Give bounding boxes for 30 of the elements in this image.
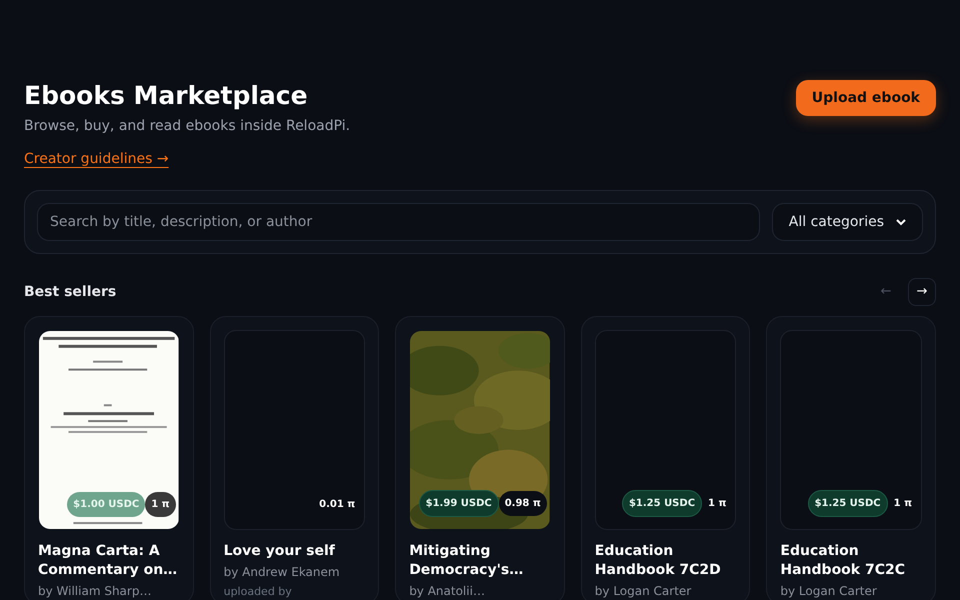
book-author: by Andrew Ekanem	[224, 564, 341, 580]
usdc-price: $1.00 USDC	[67, 492, 146, 517]
book-card[interactable]: 0.01 π Love your self by Andrew Ekanem uploaded by	[210, 316, 380, 600]
book-title: Mitigating Democracy's…	[409, 542, 524, 580]
creator-guidelines-link[interactable]: Creator guidelines →	[24, 149, 169, 170]
book-card[interactable]: $1.99 USDC 0.98 π Mitigating Democracy's… by Anatolii…	[395, 316, 565, 600]
book-author: by Anatolii…	[409, 583, 486, 599]
category-select[interactable]: All categories	[772, 203, 923, 241]
book-author: by Logan Carter	[780, 583, 878, 599]
book-title: Magna Carta: A Commentary on…	[38, 542, 178, 580]
page-subtitle: Browse, buy, and read ebooks inside ReloadPi.	[24, 117, 350, 136]
page-title: Ebooks Marketplace	[24, 80, 309, 112]
section-title: Best sellers	[24, 282, 116, 302]
book-card[interactable]: $1.00 USDC 1 π Magna Carta: A Commentary on… by William Sharp…	[24, 316, 194, 600]
book-author: by Logan Carter	[594, 583, 692, 599]
book-title: Education Handbook 7C2C	[780, 542, 906, 580]
book-author: by William Sharp…	[38, 583, 152, 599]
upload-ebook-button[interactable]: Upload ebook	[796, 80, 936, 116]
search-field[interactable]: Search by title, description, or author	[37, 203, 760, 241]
book-card[interactable]: $1.25 USDC 1 π Education Handbook 7C2C by Logan Carter	[766, 316, 936, 600]
book-card[interactable]: $1.25 USDC 1 π Education Handbook 7C2D by Logan Carter	[580, 316, 750, 600]
next-button[interactable]: →	[908, 278, 936, 306]
uploader-text: uploaded by	[224, 584, 293, 600]
usdc-price: $1.25 USDC	[622, 490, 702, 517]
usdc-price: $1.25 USDC	[808, 490, 888, 517]
pi-price: 0.98 π	[498, 491, 547, 516]
book-title: Love your self	[224, 542, 336, 561]
usdc-price: $1.99 USDC	[418, 490, 499, 517]
chevron-down-icon	[896, 218, 906, 226]
book-title: Education Handbook 7C2D	[594, 542, 722, 580]
